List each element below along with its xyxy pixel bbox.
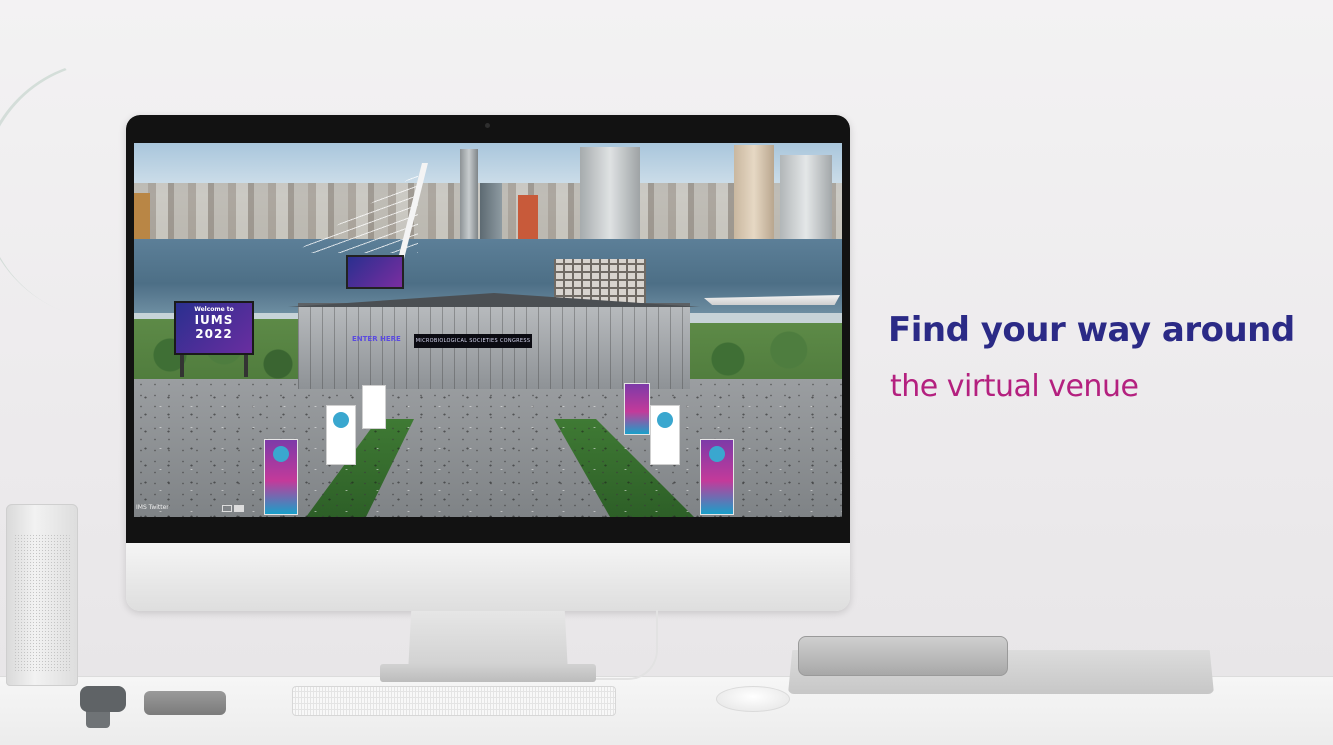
tower bbox=[734, 145, 774, 249]
tower bbox=[580, 147, 640, 251]
tablet bbox=[798, 636, 1008, 676]
enter-sign[interactable]: ENTER HERE bbox=[352, 335, 410, 347]
tower bbox=[480, 183, 502, 247]
banner-logo-icon bbox=[709, 446, 725, 462]
watch-icon bbox=[80, 686, 126, 712]
billboard-post bbox=[244, 355, 248, 377]
banner-booth[interactable] bbox=[700, 439, 734, 515]
crowd bbox=[134, 389, 842, 517]
monitor-bezel: ENTER HERE MICROBIOLOGICAL SOCIETIES CON… bbox=[126, 115, 850, 543]
headline-title: Find your way around bbox=[888, 310, 1295, 350]
headline-subtitle: the virtual venue bbox=[890, 369, 1139, 404]
hall-sign[interactable]: MICROBIOLOGICAL SOCIETIES CONGRESS bbox=[414, 334, 532, 348]
fullscreen-icon[interactable] bbox=[234, 505, 244, 512]
monitor-chin bbox=[126, 543, 850, 611]
banner-booth[interactable] bbox=[650, 405, 680, 465]
virtual-venue-screen[interactable]: ENTER HERE MICROBIOLOGICAL SOCIETIES CON… bbox=[134, 143, 842, 517]
banner-booth[interactable] bbox=[624, 383, 650, 435]
twitter-label[interactable]: IMS Twitter bbox=[136, 504, 169, 511]
monitor: ENTER HERE MICROBIOLOGICAL SOCIETIES CON… bbox=[126, 115, 850, 611]
banner-booth[interactable] bbox=[264, 439, 298, 515]
speaker-grill bbox=[14, 534, 70, 672]
banner-booth[interactable] bbox=[362, 385, 386, 429]
mouse-icon bbox=[716, 686, 790, 712]
billboard-post bbox=[180, 355, 184, 377]
welcome-billboard[interactable]: Welcome to IUMS 2022 bbox=[174, 301, 254, 377]
phone-icon bbox=[144, 691, 226, 715]
camera-icon bbox=[485, 123, 490, 128]
rooftop-screen bbox=[346, 255, 404, 289]
billboard-line2: IUMS 2022 bbox=[194, 313, 234, 341]
speaker-icon bbox=[6, 504, 78, 686]
screen-control-icon[interactable] bbox=[222, 505, 232, 512]
tower bbox=[460, 149, 478, 247]
banner-logo-icon bbox=[333, 412, 349, 428]
banner-logo-icon bbox=[273, 446, 289, 462]
keyboard-icon bbox=[292, 686, 616, 716]
banner-logo-icon bbox=[657, 412, 673, 428]
monitor-stand-base bbox=[380, 664, 596, 682]
billboard-line1: Welcome to bbox=[194, 306, 234, 313]
banner-booth[interactable] bbox=[326, 405, 356, 465]
